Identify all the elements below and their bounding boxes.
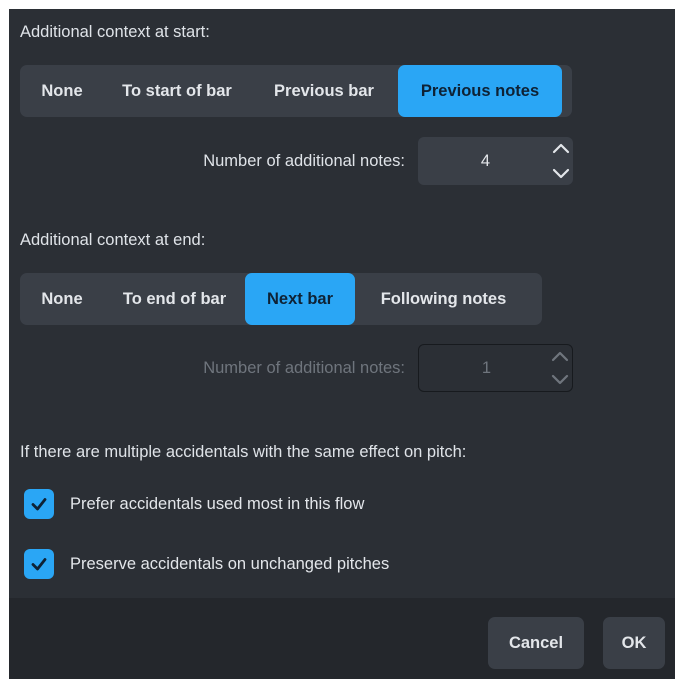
start-option-to-start-of-bar[interactable]: To start of bar (104, 65, 250, 117)
end-option-none[interactable]: None (20, 273, 104, 325)
end-option-following-notes[interactable]: Following notes (355, 273, 532, 325)
end-option-to-end-of-bar[interactable]: To end of bar (104, 273, 245, 325)
end-option-next-bar[interactable]: Next bar (245, 273, 355, 325)
start-notes-label: Number of additional notes: (203, 152, 405, 170)
accidentals-heading: If there are multiple accidentals with t… (20, 443, 467, 461)
dialog: Additional context at start: None To sta… (9, 9, 675, 679)
end-context-segmented-control: None To end of bar Next bar Following no… (20, 273, 542, 325)
cancel-button[interactable]: Cancel (488, 617, 584, 669)
preserve-accidentals-label: Preserve accidentals on unchanged pitche… (70, 554, 390, 573)
chevron-down-icon[interactable] (548, 368, 572, 390)
checkmark-icon (31, 498, 47, 511)
end-notes-label: Number of additional notes: (203, 359, 405, 377)
start-context-segmented-control: None To start of bar Previous bar Previo… (20, 65, 572, 117)
prefer-accidentals-label: Prefer accidentals used most in this flo… (70, 494, 365, 513)
preserve-accidentals-option[interactable]: Preserve accidentals on unchanged pitche… (24, 549, 389, 579)
preserve-accidentals-checkbox[interactable] (24, 549, 54, 579)
prefer-accidentals-option[interactable]: Prefer accidentals used most in this flo… (24, 489, 364, 519)
checkmark-icon (31, 558, 47, 571)
prefer-accidentals-checkbox[interactable] (24, 489, 54, 519)
chevron-down-icon[interactable] (549, 162, 573, 184)
end-notes-stepper[interactable]: 1 (418, 344, 573, 392)
end-context-heading: Additional context at end: (20, 231, 206, 249)
end-notes-value[interactable]: 1 (419, 345, 554, 391)
start-option-previous-notes[interactable]: Previous notes (398, 65, 562, 117)
ok-button[interactable]: OK (603, 617, 665, 669)
start-notes-value[interactable]: 4 (418, 137, 553, 185)
start-notes-stepper[interactable]: 4 (418, 137, 573, 185)
start-option-previous-bar[interactable]: Previous bar (250, 65, 398, 117)
chevron-up-icon[interactable] (548, 346, 572, 368)
start-context-heading: Additional context at start: (20, 23, 210, 41)
chevron-up-icon[interactable] (549, 138, 573, 160)
start-option-none[interactable]: None (20, 65, 104, 117)
